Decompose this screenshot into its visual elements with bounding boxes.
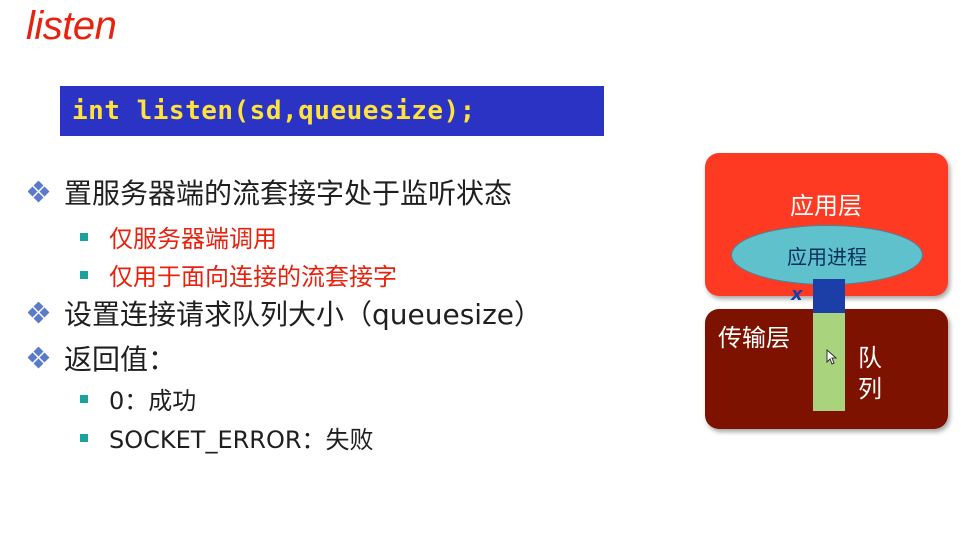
bullet-text: 返回值：	[64, 343, 177, 376]
bullet-item: 设置连接请求队列大小（queuesize）	[28, 293, 542, 333]
bullet-text: 仅服务器端调用	[109, 225, 277, 253]
square-bullet-icon	[80, 270, 88, 279]
application-process-ellipse: 应用进程	[731, 225, 923, 285]
diamond-bullet-icon	[28, 181, 50, 203]
sub-bullet-item: 仅用于面向连接的流套接字	[80, 257, 397, 292]
queue-label-2: 列	[858, 375, 882, 403]
transport-layer-label: 传输层	[718, 324, 790, 352]
mouse-cursor-icon	[826, 349, 838, 365]
bullet-text: SOCKET_ERROR：失败	[109, 426, 374, 454]
application-layer-label: 应用层	[790, 192, 862, 220]
bullet-text: 置服务器端的流套接字处于监听状态	[64, 177, 513, 210]
diamond-bullet-icon	[28, 302, 50, 324]
sub-bullet-item: 0：成功	[80, 381, 196, 416]
x-mark: x	[791, 284, 803, 305]
slide-title: listen	[26, 4, 117, 48]
bullet-text: 仅用于面向连接的流套接字	[109, 263, 397, 291]
square-bullet-icon	[80, 394, 88, 403]
queue-head-block	[813, 279, 845, 313]
sub-bullet-item: SOCKET_ERROR：失败	[80, 420, 374, 455]
bullet-item: 置服务器端的流套接字处于监听状态	[28, 172, 512, 212]
bullet-text: 设置连接请求队列大小（queuesize）	[64, 298, 543, 331]
code-box: int listen(sd,queuesize);	[60, 86, 604, 136]
application-process-label: 应用进程	[787, 244, 867, 269]
square-bullet-icon	[80, 232, 88, 241]
square-bullet-icon	[80, 433, 88, 442]
code-text: int listen(sd,queuesize);	[72, 96, 476, 126]
diamond-bullet-icon	[28, 347, 50, 369]
bullet-text: 0：成功	[109, 387, 197, 415]
queue-label-1: 队	[858, 344, 882, 372]
bullet-item: 返回值：	[28, 338, 176, 378]
sub-bullet-item: 仅服务器端调用	[80, 219, 277, 254]
